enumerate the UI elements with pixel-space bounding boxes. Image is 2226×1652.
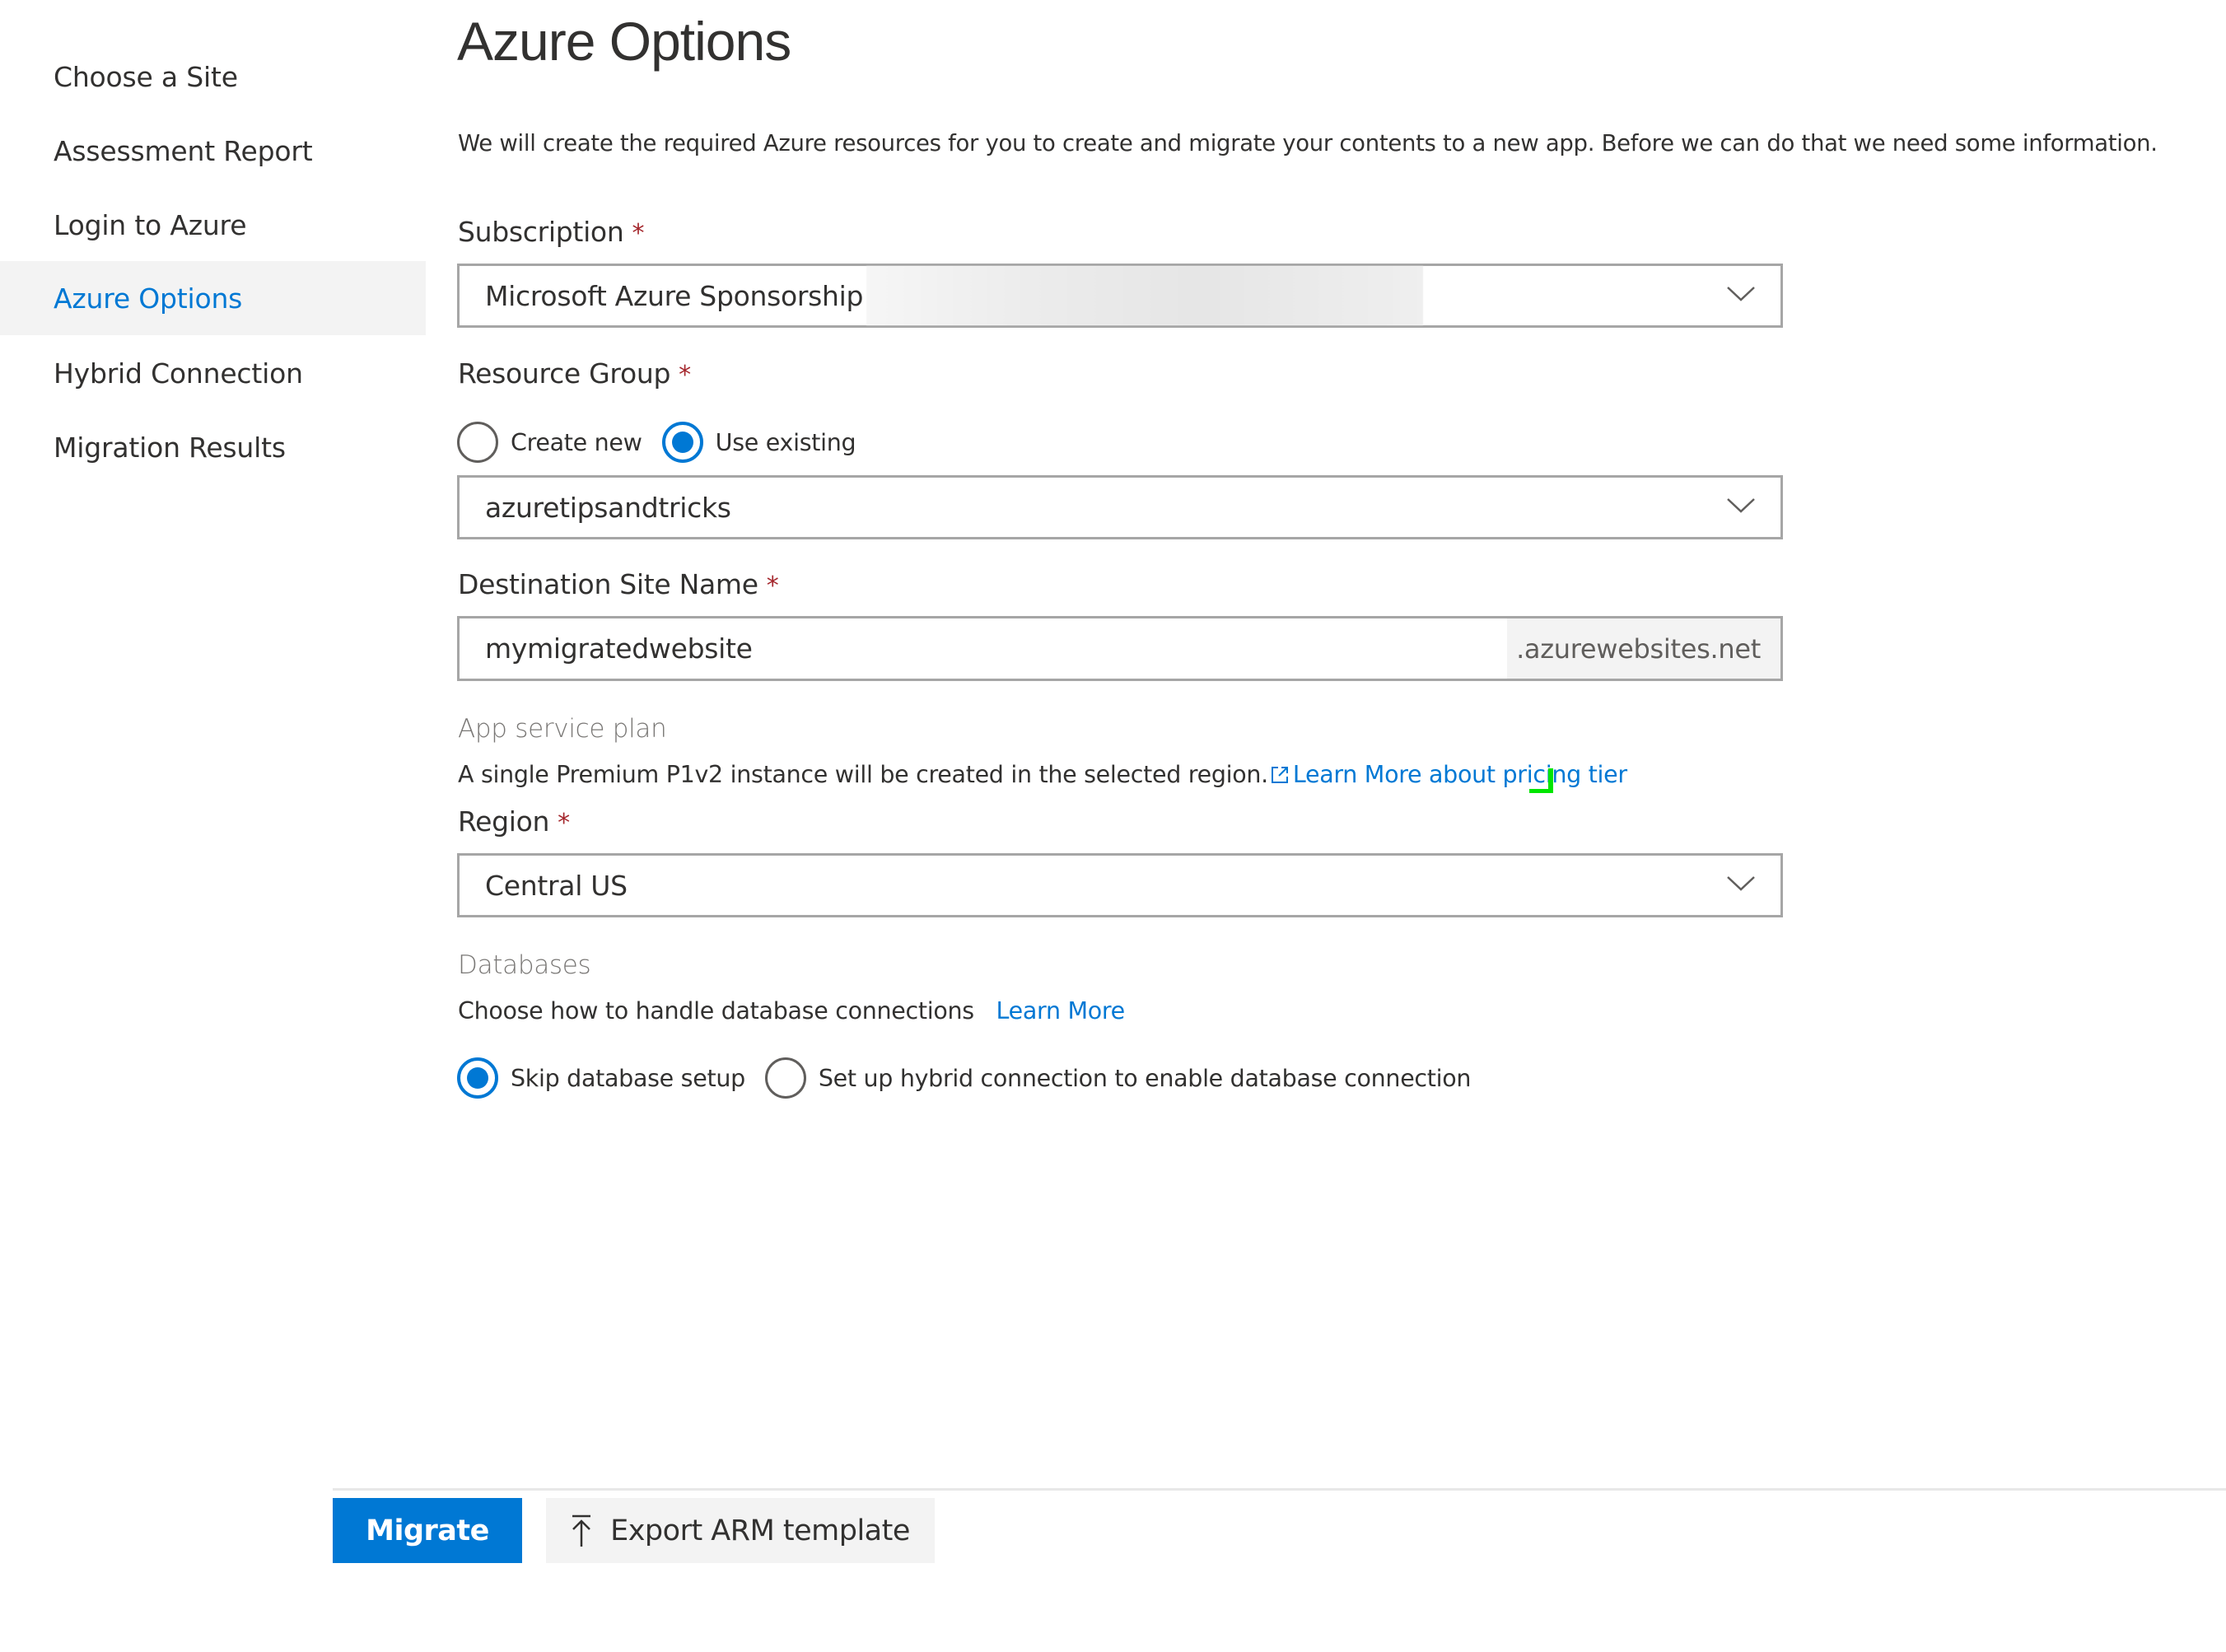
radio-checked-icon [457,1057,498,1099]
chevron-down-icon [1727,287,1755,301]
databases-description: Choose how to handle database connection… [458,997,974,1024]
export-button-label: Export ARM template [610,1514,910,1547]
sidebar-item-label: Choose a Site [54,60,238,93]
redacted-subscription-id [866,266,1424,325]
region-dropdown[interactable]: Central US [457,853,1783,917]
databases-radio-group: Skip database setup Set up hybrid connec… [457,1057,1491,1099]
destination-site-field: .azurewebsites.net [457,616,1783,681]
destination-site-label-text: Destination Site Name [458,568,758,600]
export-arm-template-button[interactable]: Export ARM template [546,1498,935,1563]
resource-group-value: azuretipsandtricks [485,491,731,524]
resource-group-label: Resource Group * [458,357,691,390]
sidebar-item-label: Hybrid Connection [54,357,303,390]
resource-group-radio-group: Create new Use existing [457,422,875,463]
radio-label: Set up hybrid connection to enable datab… [818,1064,1472,1092]
migrate-button-label: Migrate [366,1514,489,1547]
sidebar-item-assessment-report[interactable]: Assessment Report [0,114,426,188]
destination-site-label: Destination Site Name * [458,568,779,600]
sidebar-item-label: Login to Azure [54,208,247,241]
external-link-icon [1271,767,1288,783]
sidebar-item-choose-a-site[interactable]: Choose a Site [0,40,426,114]
subscription-dropdown[interactable]: Microsoft Azure Sponsorship [457,264,1783,328]
sidebar-item-login-to-azure[interactable]: Login to Azure [0,188,426,262]
databases-help: Choose how to handle database connection… [458,997,1125,1024]
databases-learn-more-link[interactable]: Learn More [996,997,1126,1024]
radio-checked-icon [661,422,703,463]
sidebar-item-hybrid-connection[interactable]: Hybrid Connection [0,336,426,410]
cursor-marker-icon [1529,768,1553,793]
required-mark: * [558,809,570,838]
destination-site-input[interactable] [460,618,1507,679]
wizard-sidebar: Choose a Site Assessment Report Login to… [0,0,426,1652]
region-label: Region * [458,805,570,838]
radio-use-existing[interactable]: Use existing [661,422,856,463]
radio-setup-hybrid-connection[interactable]: Set up hybrid connection to enable datab… [764,1057,1472,1099]
app-service-plan-description: A single Premium P1v2 instance will be c… [458,761,1268,788]
radio-label: Skip database setup [511,1064,745,1092]
footer-divider [333,1488,2226,1491]
radio-label: Use existing [715,428,856,456]
resource-group-dropdown[interactable]: azuretipsandtricks [457,475,1783,539]
page-title: Azure Options [457,11,791,72]
sidebar-item-label: Assessment Report [54,134,313,167]
domain-suffix: .azurewebsites.net [1507,618,1780,679]
subscription-label: Subscription * [458,216,644,248]
required-mark: * [766,572,779,600]
sidebar-item-label: Migration Results [54,431,286,464]
chevron-down-icon [1727,498,1755,513]
radio-create-new[interactable]: Create new [457,422,642,463]
subscription-value: Microsoft Azure Sponsorship [485,279,864,312]
region-label-text: Region [458,805,550,838]
required-mark: * [632,219,645,248]
sidebar-item-migration-results[interactable]: Migration Results [0,410,426,484]
subscription-label-text: Subscription [458,216,624,248]
migrate-button[interactable]: Migrate [333,1498,522,1563]
pricing-tier-link[interactable]: Learn More about pricing tier [1293,761,1627,788]
app-service-plan-text: A single Premium P1v2 instance will be c… [458,761,1627,788]
upload-icon [572,1514,591,1547]
region-value: Central US [485,869,628,902]
radio-label: Create new [511,428,642,456]
radio-unchecked-icon [764,1057,806,1099]
databases-heading: Databases [458,950,591,980]
required-mark: * [679,361,691,390]
page-description: We will create the required Azure resour… [458,130,2158,156]
resource-group-label-text: Resource Group [458,357,671,390]
chevron-down-icon [1727,876,1755,891]
radio-unchecked-icon [457,422,498,463]
sidebar-item-azure-options[interactable]: Azure Options [0,261,426,335]
sidebar-item-label: Azure Options [54,282,243,315]
radio-skip-database-setup[interactable]: Skip database setup [457,1057,745,1099]
app-service-plan-heading: App service plan [458,714,667,744]
